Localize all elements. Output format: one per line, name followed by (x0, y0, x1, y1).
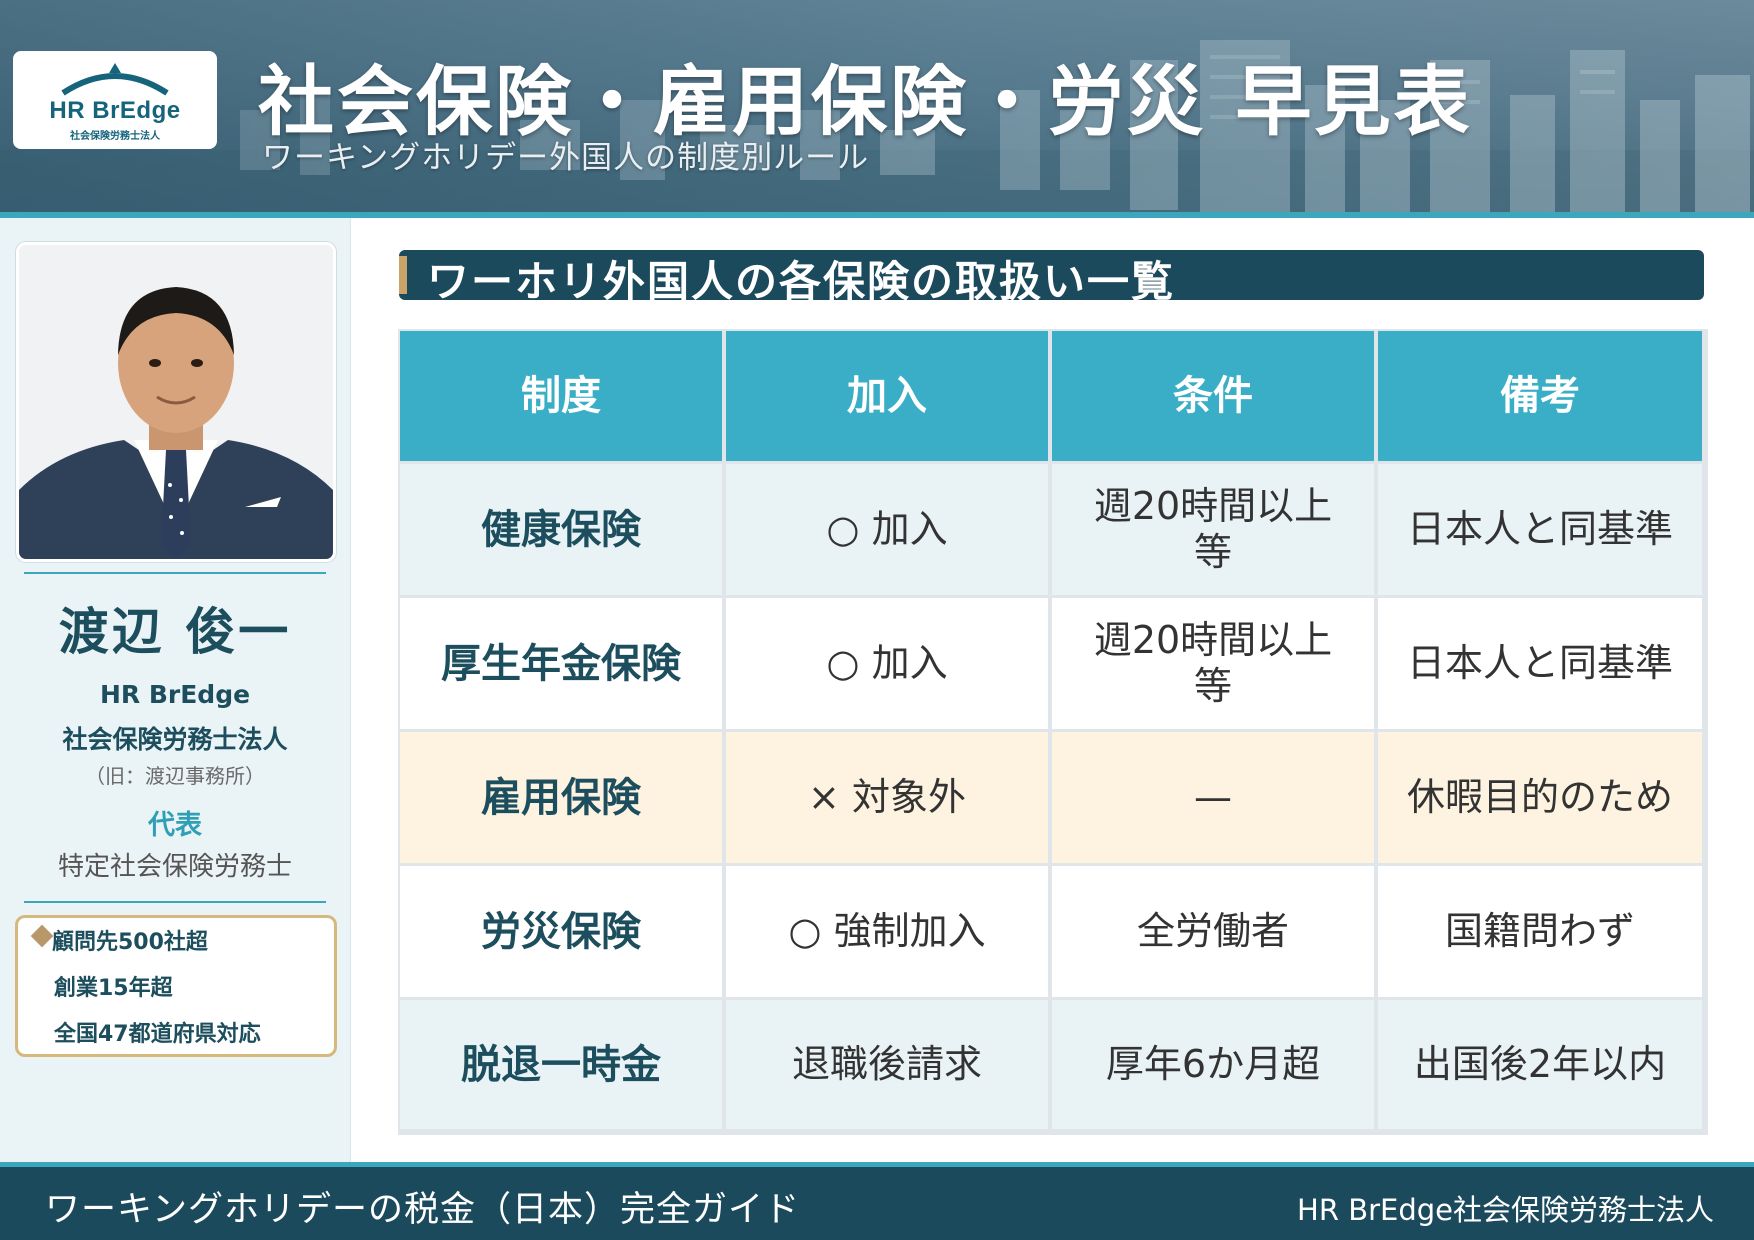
person-name: 渡辺 俊一 (58, 603, 292, 661)
person-qualification: 特定社会保険労務士 (57, 852, 292, 882)
table-row-note: 日本人と同基準 (1378, 464, 1702, 595)
highlight-years: 創業15年超 (54, 976, 173, 1001)
table-row-condition: 全労働者 (1052, 866, 1374, 997)
table-row-condition: 週20時間以上等 (1052, 598, 1374, 729)
highlights-box: 顧問先500社超 創業15年超 全国47都道府県対応 (15, 915, 337, 1057)
logo-wordmark: HR BrEdge (49, 97, 181, 124)
header-banner: HR BrEdge 社会保険労務士法人 社会保険・雇用保険・労災 早見表 ワーキ… (0, 0, 1754, 212)
table-row-name: 健康保険 (400, 464, 722, 595)
footer-guide-title: ワーキングホリデーの税金（日本）完全ガイド (45, 1190, 800, 1230)
table-row-name: 脱退一時金 (400, 1000, 722, 1129)
profile-divider-top (24, 572, 326, 574)
highlight-clients: 顧問先500社超 (52, 930, 208, 955)
table-row-note: 日本人と同基準 (1378, 598, 1702, 729)
insurance-table: 制度 加入 条件 備考 健康保険 ○ 加入 週20時間以上等 日本人と同基準 厚… (398, 329, 1708, 1135)
header-cell-enrollment: 加入 (726, 331, 1048, 461)
person-portrait (19, 245, 333, 559)
table-row-condition: — (1052, 732, 1374, 863)
table-row-note: 国籍問わず (1378, 866, 1702, 997)
table-row-condition: 厚年6か月超 (1052, 1000, 1374, 1129)
person-role: 代表 (148, 810, 202, 841)
table-row-join: × 対象外 (726, 732, 1048, 863)
table-row-join: ○ 加入 (726, 464, 1048, 595)
header-cell-condition: 条件 (1052, 331, 1374, 461)
table-row-join: ○ 強制加入 (726, 866, 1048, 997)
page-subtitle: ワーキングホリデー外国人の制度別ルール (262, 140, 870, 176)
header-cell-notes: 備考 (1378, 331, 1702, 461)
table-row-name: 厚生年金保険 (400, 598, 722, 729)
profile-divider-bottom (24, 901, 326, 903)
org-name-line1: HR BrEdge (99, 680, 251, 709)
header-cell-system: 制度 (400, 331, 722, 461)
table-row-join: 退職後請求 (726, 1000, 1048, 1129)
company-logo[interactable]: HR BrEdge 社会保険労務士法人 (13, 51, 217, 149)
footer-bar: ワーキングホリデーの税金（日本）完全ガイド HR BrEdge社会保険労務士法人 (0, 1162, 1754, 1240)
table-row-note: 出国後2年以内 (1378, 1000, 1702, 1129)
profile-sidebar: 渡辺 俊一 HR BrEdge 社会保険労務士法人 （旧：渡辺事務所） 代表 特… (0, 218, 351, 1162)
diamond-icon (30, 924, 54, 948)
highlight-coverage: 全国47都道府県対応 (54, 1022, 261, 1047)
section-title: ワーホリ外国人の各保険の取扱い一覧 (427, 257, 1176, 306)
table-row-note: 休暇目的のため (1378, 732, 1702, 863)
bridge-icon (61, 63, 169, 96)
footer-company-name: HR BrEdge社会保険労務士法人 (1297, 1193, 1714, 1227)
table-row-name: 雇用保険 (400, 732, 722, 863)
former-office-name: （旧：渡辺事務所） (85, 764, 265, 788)
section-header: ワーホリ外国人の各保険の取扱い一覧 (399, 250, 1704, 306)
section-accent (399, 256, 407, 294)
table-row-join: ○ 加入 (726, 598, 1048, 729)
org-name-line2: 社会保険労務士法人 (62, 725, 288, 754)
logo-subtext: 社会保険労務士法人 (70, 131, 160, 142)
table-row-condition: 週20時間以上等 (1052, 464, 1374, 595)
table-row-name: 労災保険 (400, 866, 722, 997)
profile-photo (16, 242, 336, 562)
